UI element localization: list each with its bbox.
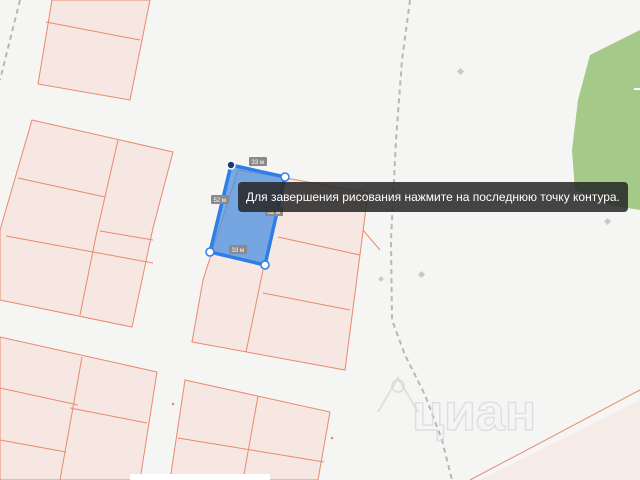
vertex-handle-last[interactable] (205, 247, 215, 257)
map-canvas[interactable]: циан 33 м 52 м 33 м 52 м (0, 0, 640, 480)
svg-text:33 м: 33 м (252, 160, 264, 166)
vertex-handle[interactable] (260, 260, 270, 270)
svg-text:33 м: 33 м (232, 248, 244, 254)
edge-label-top: 33 м (249, 157, 267, 166)
vertex-handle[interactable] (280, 172, 290, 182)
edge-label-bottom: 33 м (229, 245, 247, 254)
green-area-mark (634, 88, 640, 90)
edge-label-left: 52 м (211, 195, 229, 204)
vertex-handle-first[interactable] (226, 160, 236, 170)
parcel-block-top-left (37, 0, 151, 101)
point-marker (171, 402, 175, 406)
bottom-bar (130, 474, 270, 480)
point-marker (330, 436, 334, 440)
watermark-text: циан (412, 384, 536, 442)
drawing-hint-tooltip: Для завершения рисования нажмите на посл… (238, 182, 628, 212)
svg-text:52 м: 52 м (214, 198, 226, 204)
